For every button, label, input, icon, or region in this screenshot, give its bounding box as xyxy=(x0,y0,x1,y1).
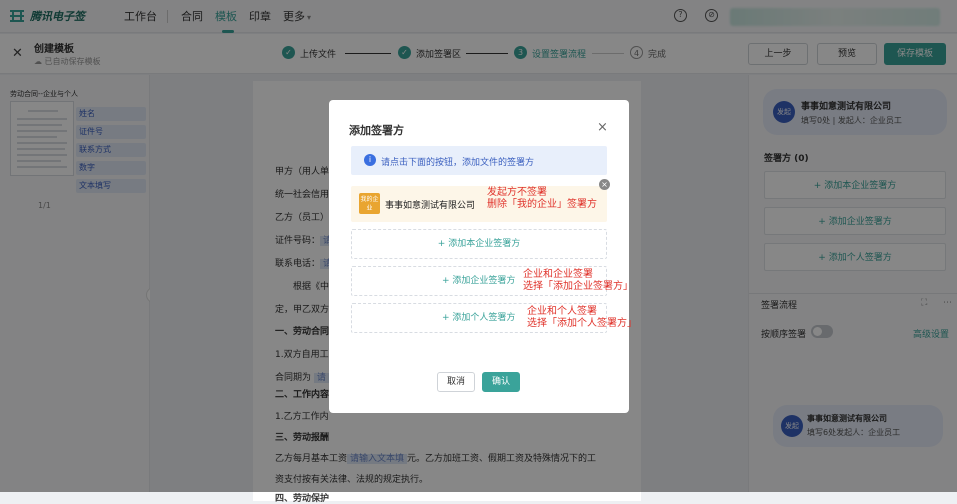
annotation-line: 选择「添加企业签署方」 xyxy=(523,281,633,292)
annotation-line: 企业和个人签署 xyxy=(527,306,597,317)
info-text: 请点击下面的按钮，添加文件的签署方 xyxy=(381,158,535,168)
close-icon[interactable]: × xyxy=(597,120,608,135)
remove-signer-icon[interactable]: × xyxy=(599,179,610,190)
annotation-line: 删除「我的企业」签署方 xyxy=(487,199,597,210)
dialog-title: 添加签署方 xyxy=(349,124,404,137)
doc-heading: 四、劳动保护 xyxy=(275,494,330,504)
annotation-line: 企业和企业签署 xyxy=(523,269,593,280)
company-name: 事事如意测试有限公司 xyxy=(385,201,476,211)
info-banner: i 请点击下面的按钮，添加文件的签署方 xyxy=(351,146,607,175)
annotation-line: 选择「添加个人签署方」 xyxy=(527,318,637,329)
add-signer-dialog: 添加签署方 × i 请点击下面的按钮，添加文件的签署方 我的企业 事事如意测试有… xyxy=(329,100,629,413)
my-company-badge: 我的企业 xyxy=(359,193,380,214)
info-icon: i xyxy=(364,154,376,166)
annotation-line: 发起方不签署 xyxy=(487,187,547,198)
confirm-button[interactable]: 确认 xyxy=(482,372,520,392)
cancel-button[interactable]: 取消 xyxy=(437,372,475,392)
add-own-company-signer-button[interactable]: + 添加本企业签署方 xyxy=(351,229,607,259)
